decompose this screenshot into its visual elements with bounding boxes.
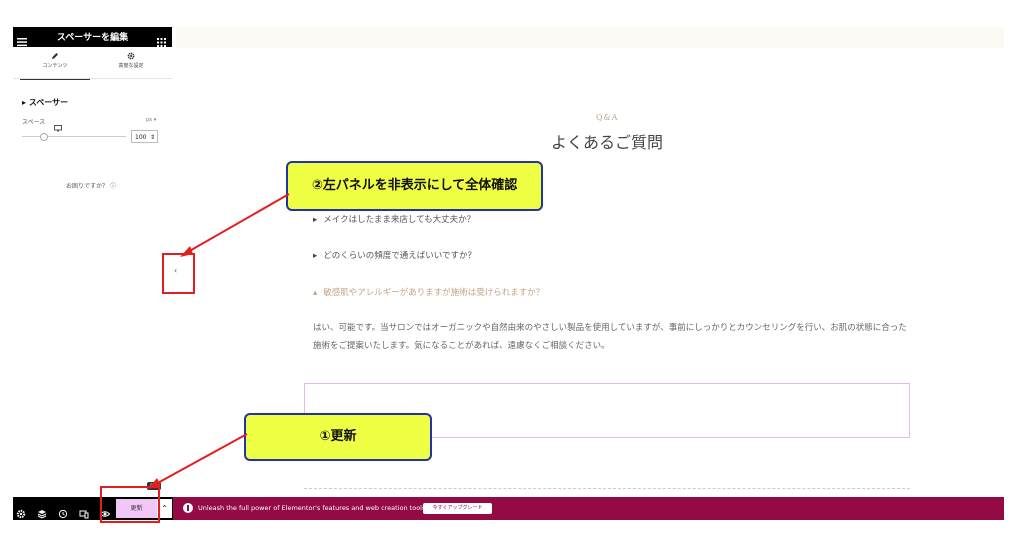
space-label: スペース — [22, 119, 46, 126]
caret-right-icon: ▸ — [313, 215, 318, 225]
help-link[interactable]: お困りですか？ ⓘ — [66, 181, 116, 190]
collapse-toggle-highlight — [162, 253, 195, 294]
space-number-input[interactable]: 100 ⇕ — [131, 130, 158, 143]
collapse-panel-chevron-icon[interactable]: ‹ — [174, 266, 177, 275]
layers-icon[interactable] — [37, 504, 47, 519]
update-button-highlight — [100, 486, 160, 523]
tab-advanced[interactable]: 高度な設定 — [96, 52, 166, 78]
arrow-to-update-button — [153, 433, 248, 486]
promo-bar: Unleash the full power of Elementor's fe… — [173, 497, 1004, 520]
tabs-divider — [13, 78, 172, 79]
responsive-mode-icon[interactable] — [79, 504, 89, 519]
chevron-down-icon: ▾ — [153, 117, 157, 123]
gear-icon — [96, 52, 166, 60]
faq-eyebrow: Q&A — [596, 113, 619, 122]
pencil-icon — [20, 52, 90, 60]
settings-gear-icon[interactable] — [16, 504, 26, 519]
upgrade-button[interactable]: 今すぐアップグレード — [423, 503, 492, 514]
space-slider-handle[interactable] — [40, 133, 48, 141]
space-slider-track[interactable] — [22, 136, 126, 137]
callout-update: ①更新 — [244, 413, 432, 461]
arrow-to-collapse-toggle — [185, 193, 290, 254]
section-dashed-border — [304, 488, 910, 489]
faq-question: どのくらいの頻度で通えばいいですか？ — [323, 251, 477, 261]
tab-advanced-label: 高度な設定 — [118, 63, 144, 69]
callout-collapse-panel: ②左パネルを非表示にして全体確認 — [286, 161, 543, 211]
spacer-section-label: スペーサー — [28, 98, 69, 107]
caret-up-icon: ▴ — [313, 288, 318, 298]
history-icon[interactable] — [58, 504, 68, 519]
tab-content-label: コンテンツ — [42, 63, 68, 69]
faq-title: よくあるご質問 — [551, 133, 664, 152]
question-circle-icon: ⓘ — [109, 183, 116, 190]
panel-title: スペーサーを編集 — [56, 33, 129, 43]
annotation-arrows — [148, 193, 290, 489]
help-text: お困りですか？ — [66, 183, 109, 190]
promo-text: Unleash the full power of Elementor's fe… — [198, 504, 428, 512]
faq-item[interactable]: ▸ どのくらいの頻度で通えばいいですか？ — [313, 249, 476, 261]
preview-header-strip — [176, 27, 1004, 48]
faq-item[interactable]: ▸ メイクはしたまま来店しても大丈夫か？ — [313, 213, 475, 225]
elementor-logo-icon — [183, 503, 193, 513]
spacer-section-title[interactable]: ▸ スペーサー — [22, 97, 68, 108]
caret-right-icon: ▸ — [313, 251, 318, 261]
space-value: 100 — [135, 134, 147, 141]
faq-answer: はい、可能です。当サロンではオーガニックや自然由来のやさしい製品を使用しています… — [313, 323, 907, 351]
desktop-monitor-icon[interactable] — [54, 117, 62, 136]
tab-content[interactable]: コンテンツ — [20, 52, 90, 80]
faq-question: 敏感肌やアレルギーがありますが施術は受けられますか？ — [323, 288, 545, 298]
stepper-icon[interactable]: ⇕ — [150, 131, 155, 144]
unit-select[interactable]: px ▾ — [146, 117, 156, 123]
faq-question: メイクはしたまま来店しても大丈夫か？ — [323, 215, 476, 225]
unit-value: px — [146, 117, 153, 123]
widgets-grid-icon[interactable] — [157, 32, 166, 47]
faq-item-open[interactable]: ▴ 敏感肌やアレルギーがありますが施術は受けられますか？ — [313, 286, 544, 298]
panel-header: スペーサーを編集 — [13, 27, 172, 47]
